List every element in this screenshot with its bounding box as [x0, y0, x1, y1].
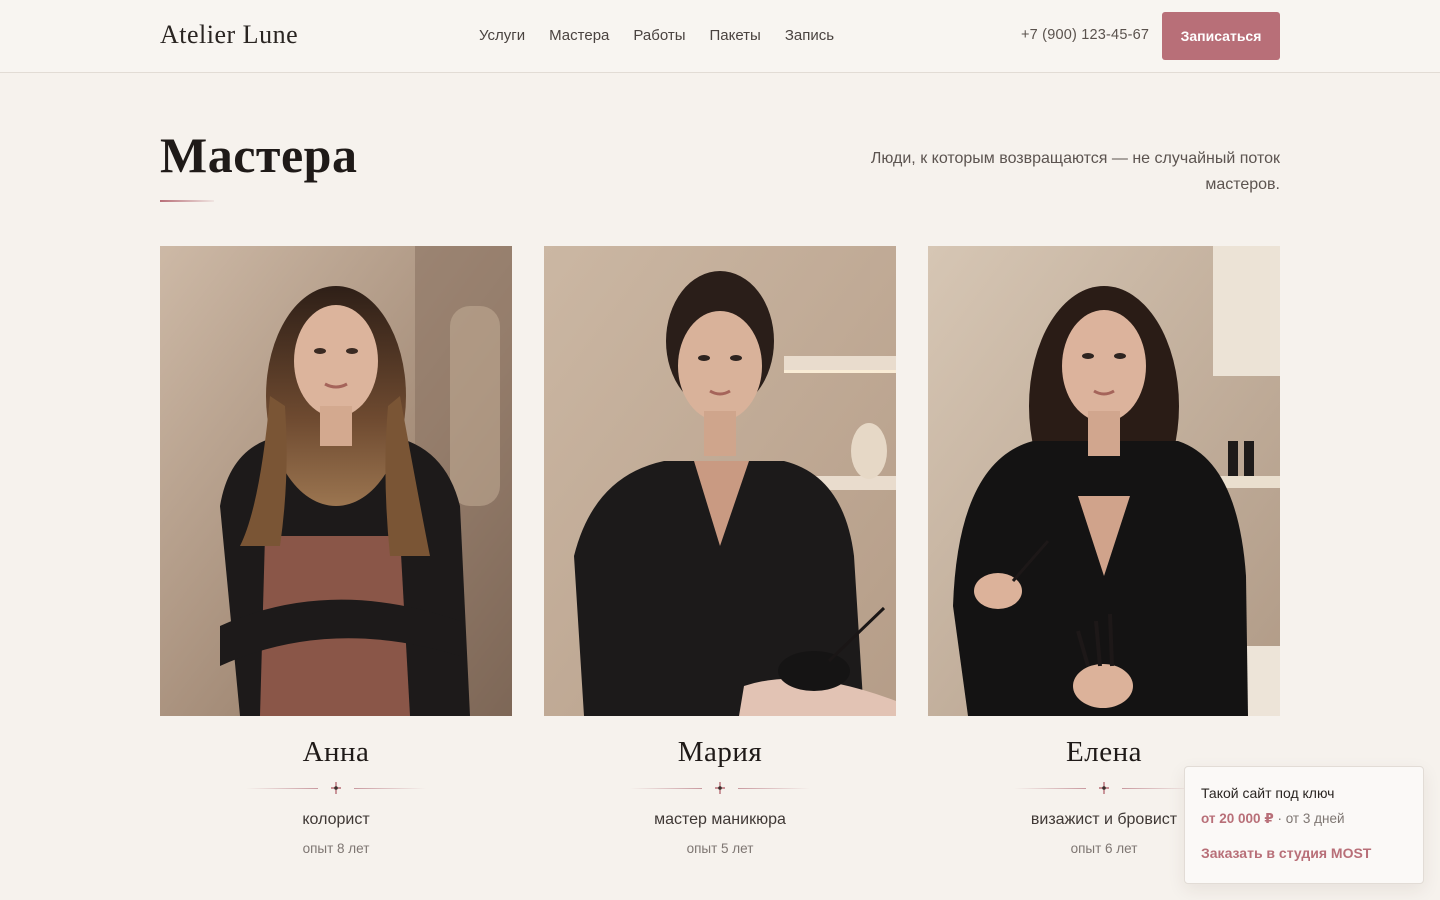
flower-icon — [1099, 782, 1109, 794]
section-subtitle: Люди, к которым возвращаются — не случай… — [870, 150, 1280, 193]
promo-order-link[interactable]: Заказать в студия MOST — [1201, 845, 1407, 861]
promo-term: · от 3 дней — [1273, 811, 1345, 826]
master-role: мастер маникюра — [654, 811, 786, 828]
master-role: колорист — [302, 811, 370, 828]
name-divider — [1014, 781, 1194, 795]
site-header: Atelier Lune Услуги Мастера Работы Пакет… — [0, 0, 1440, 73]
main-nav: Услуги Мастера Работы Пакеты Запись — [479, 27, 834, 44]
master-name: Анна — [302, 736, 370, 768]
nav-item-masters[interactable]: Мастера — [549, 27, 609, 44]
page-title: Мастера — [160, 127, 358, 183]
master-experience: опыт 8 лет — [302, 841, 370, 856]
flower-icon — [331, 782, 341, 794]
promo-price-row: от 20 000 ₽ · от 3 дней — [1201, 811, 1407, 827]
master-card: Анна колорист опыт 8 лет — [160, 246, 512, 856]
site-logo[interactable]: Atelier Lune — [160, 20, 298, 50]
master-card: Елена визажист и бровист опыт 6 лет — [928, 246, 1280, 856]
nav-item-services[interactable]: Услуги — [479, 27, 525, 44]
master-experience: опыт 5 лет — [686, 841, 754, 856]
master-card: Мария мастер маникюра опыт 5 лет — [544, 246, 896, 856]
master-photo — [928, 246, 1280, 716]
master-photo — [160, 246, 512, 716]
nav-item-booking[interactable]: Запись — [785, 27, 834, 44]
promo-price: от 20 000 ₽ — [1201, 811, 1274, 826]
book-button[interactable]: Записаться — [1162, 12, 1280, 60]
promo-widget: Такой сайт под ключ от 20 000 ₽ · от 3 д… — [1184, 766, 1424, 884]
flower-icon — [715, 782, 725, 794]
promo-title: Такой сайт под ключ — [1201, 785, 1335, 801]
title-underline — [160, 200, 214, 202]
nav-item-packages[interactable]: Пакеты — [709, 27, 760, 44]
master-name: Мария — [677, 736, 763, 768]
master-photo — [544, 246, 896, 716]
master-name: Елена — [1066, 736, 1142, 768]
phone-link[interactable]: +7 (900) 123-45-67 — [1021, 27, 1149, 43]
name-divider — [246, 781, 426, 795]
name-divider — [630, 781, 810, 795]
nav-item-works[interactable]: Работы — [633, 27, 685, 44]
